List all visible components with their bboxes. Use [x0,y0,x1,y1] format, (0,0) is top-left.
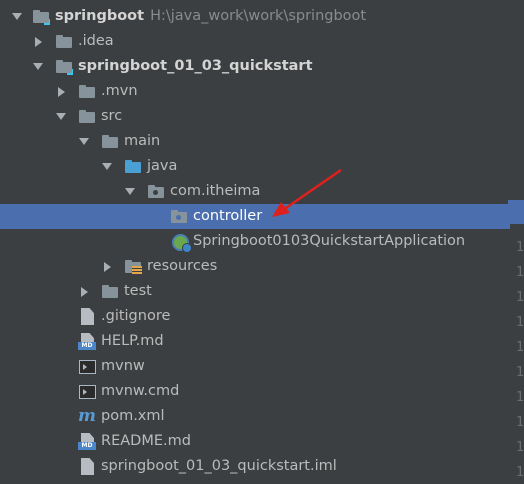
markdown-file-icon: MD [78,333,96,350]
tree-node-label: mvnw [101,358,145,374]
resources-folder-icon [124,258,142,275]
tree-node-mvnw[interactable]: mvnw [0,354,510,379]
tree-node-label: Springboot0103QuickstartApplication [193,233,466,249]
line-number: 1 [516,265,524,280]
tree-node-label: .idea [78,33,114,49]
markdown-file-icon: MD [78,433,96,450]
line-number: 1 [516,365,524,380]
tree-node-controller[interactable]: controller [0,204,510,229]
source-folder-icon [124,158,142,175]
folder-icon [78,83,96,100]
tree-node-project-root[interactable]: springboot H:\java_work\work\springboot [0,4,510,29]
spring-boot-class-icon [172,234,192,253]
line-number: 1 [516,290,524,305]
folder-icon [101,133,119,150]
expand-arrow-icon[interactable] [31,54,45,79]
line-number: 1 [516,440,524,455]
tree-node-main[interactable]: main [0,129,510,154]
collapse-arrow-icon[interactable] [77,279,91,304]
line-number: 1 [516,390,524,405]
shell-script-icon [79,360,96,374]
expand-arrow-icon[interactable] [77,129,91,154]
folder-icon [55,33,73,50]
tree-node-label: .mvn [101,83,138,99]
tree-node-label: java [147,158,178,174]
module-folder-icon [32,8,51,26]
tree-node-application-class[interactable]: Springboot0103QuickstartApplication [0,229,510,254]
tree-node-src[interactable]: src [0,104,510,129]
expand-arrow-icon[interactable] [123,179,137,204]
maven-icon: m [78,406,96,426]
tree-node-test[interactable]: test [0,279,510,304]
line-number: 1 [516,415,524,430]
tree-node-resources[interactable]: resources [0,254,510,279]
expand-arrow-icon[interactable] [54,104,68,129]
project-path: H:\java_work\work\springboot [150,8,367,24]
tree-node-module[interactable]: springboot_01_03_quickstart [0,54,510,79]
project-tree: springboot H:\java_work\work\springboot .… [0,4,510,479]
module-file-icon [81,458,94,475]
tree-node-label: main [124,133,161,149]
tree-node-gitignore[interactable]: .gitignore [0,304,510,329]
collapse-arrow-icon[interactable] [100,254,114,279]
package-icon [170,208,188,225]
tree-node-help-md[interactable]: MD HELP.md [0,329,510,354]
tree-node-label: com.itheima [170,183,261,199]
selection-edge [508,200,524,224]
tree-node-label: mvnw.cmd [101,383,180,399]
tree-node-label: HELP.md [101,333,164,349]
tree-node-label: springboot_01_03_quickstart.iml [101,458,337,474]
folder-icon [78,108,96,125]
module-folder-icon [55,58,74,76]
tree-node-mvn[interactable]: .mvn [0,79,510,104]
tree-node-label: controller [193,208,263,224]
tree-node-label: src [101,108,123,124]
tree-node-package[interactable]: com.itheima [0,179,510,204]
expand-arrow-icon[interactable] [100,154,114,179]
tree-node-java[interactable]: java [0,154,510,179]
line-number: 1 [516,240,524,255]
folder-icon [101,283,119,300]
tree-node-label: .gitignore [101,308,171,324]
tree-node-label: springboot_01_03_quickstart [78,58,313,74]
tree-node-mvnw-cmd[interactable]: mvnw.cmd [0,379,510,404]
tree-node-label: resources [147,258,218,274]
project-name: springboot [55,8,145,24]
tree-node-label: pom.xml [101,408,165,424]
line-number: 1 [516,315,524,330]
collapse-arrow-icon[interactable] [54,79,68,104]
text-file-icon [81,308,94,325]
tree-node-pom[interactable]: m pom.xml [0,404,510,429]
expand-arrow-icon[interactable] [10,4,24,29]
tree-node-readme[interactable]: MD README.md [0,429,510,454]
tree-node-idea[interactable]: .idea [0,29,510,54]
tree-node-label: test [124,283,152,299]
collapse-arrow-icon[interactable] [31,29,45,54]
shell-script-icon [79,385,96,399]
package-icon [147,183,165,200]
line-number: 1 [516,465,524,480]
line-number: 1 [516,340,524,355]
tree-node-label: README.md [101,433,191,449]
tree-node-iml[interactable]: springboot_01_03_quickstart.iml [0,454,510,479]
